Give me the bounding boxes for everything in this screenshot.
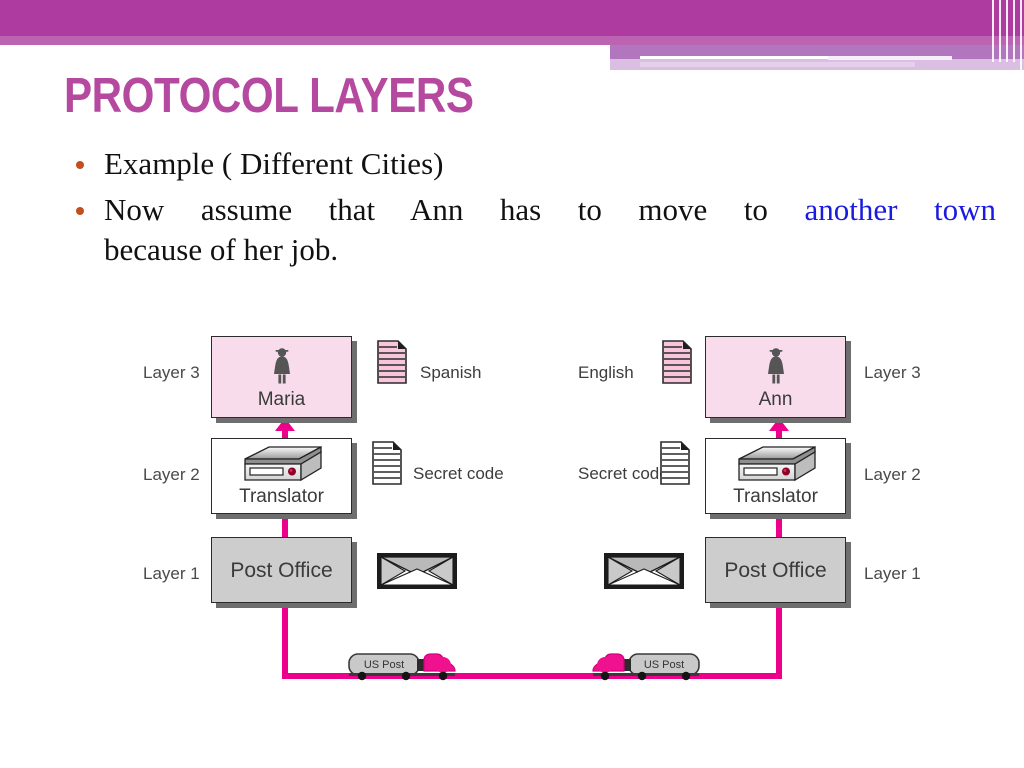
bullet-dot-icon <box>76 161 84 169</box>
slide-header-decoration <box>0 0 1024 70</box>
header-tick-2 <box>999 0 1001 62</box>
left-layer2-node-translator[interactable]: Translator <box>211 438 352 514</box>
envelope-icon <box>375 551 459 591</box>
left-layer1-node-post-office[interactable]: Post Office <box>211 537 352 603</box>
left-layer2-node-label: Translator <box>239 486 324 507</box>
svg-text:US Post: US Post <box>364 659 404 671</box>
right-layer3-artifact-label: English <box>578 363 634 382</box>
envelope-icon <box>602 551 686 591</box>
right-arrow-up-icon <box>769 418 789 431</box>
right-layer1-label: Layer 1 <box>864 564 921 583</box>
header-tick-4 <box>1013 0 1015 62</box>
left-layer3-label: Layer 3 <box>143 363 200 382</box>
right-layer1-node-post-office[interactable]: Post Office <box>705 537 846 603</box>
right-layer3-label: Layer 3 <box>864 363 921 382</box>
bullet-text-2-part-a: Now assume that Ann has to move to <box>104 192 768 227</box>
left-layer1-label: Layer 1 <box>143 564 200 583</box>
header-band-primary <box>0 0 1024 36</box>
white-document-icon <box>372 441 402 485</box>
page-title: PROTOCOL LAYERS <box>64 69 474 123</box>
bullet-text-1: Example ( Different Cities) <box>104 146 444 181</box>
left-layer1-node-label: Post Office <box>230 558 333 582</box>
us-post-truck-right: US Post US Post <box>590 650 700 684</box>
header-tick-5 <box>1020 0 1022 70</box>
right-layer2-node-translator[interactable]: Translator <box>705 438 846 514</box>
pink-document-icon <box>377 340 407 384</box>
us-post-truck-left: US Post US Post <box>348 650 458 684</box>
right-layer2-artifact-label: Secret code <box>578 464 669 483</box>
left-arrow-up-icon <box>275 418 295 431</box>
right-layer3-node-ann[interactable]: Ann <box>705 336 846 418</box>
pink-document-icon <box>662 340 692 384</box>
header-stripe-white-short <box>828 56 952 60</box>
header-band-white-left <box>0 45 610 59</box>
transport-path-left-down <box>282 601 288 679</box>
left-layer3-artifact-label: Spanish <box>420 363 482 382</box>
right-layer3-node-label: Ann <box>758 389 793 410</box>
right-layer2-node-label: Translator <box>733 486 818 507</box>
left-layer2-label: Layer 2 <box>143 465 200 484</box>
female-person-icon <box>763 347 789 387</box>
left-layer2-artifact-label: Secret code <box>413 464 504 483</box>
header-tick-3 <box>1006 0 1008 62</box>
translator-device-icon <box>239 445 325 486</box>
svg-text:US Post: US Post <box>644 659 684 671</box>
translator-device-icon <box>733 445 819 486</box>
list-item: Now assume that Ann has to move to anoth… <box>66 190 996 270</box>
left-layer3-node-label: Maria <box>257 389 306 410</box>
bullet-text-2-highlight: another town <box>804 192 996 227</box>
left-link-layer1-to-layer2 <box>282 513 288 537</box>
bullet-list: Example ( Different Cities) Now assume t… <box>66 144 996 270</box>
right-layer1-node-label: Post Office <box>724 558 827 582</box>
bullet-dot-icon <box>76 207 84 215</box>
protocol-layers-diagram: Layer 3 Layer 2 Layer 1 Maria Spanish Tr… <box>0 318 1024 718</box>
transport-path-right-down <box>776 601 782 679</box>
header-band-secondary <box>0 36 1024 45</box>
right-link-layer1-to-layer2 <box>776 513 782 537</box>
female-person-icon <box>269 347 295 387</box>
list-item: Example ( Different Cities) <box>66 144 996 184</box>
header-stripe-pale <box>640 62 915 67</box>
header-tick-1 <box>992 0 994 62</box>
left-layer3-node-maria[interactable]: Maria <box>211 336 352 418</box>
bullet-text-2: Now assume that Ann has to move to anoth… <box>104 190 996 270</box>
right-layer2-label: Layer 2 <box>864 465 921 484</box>
bullet-text-2-line-2: because of her job. <box>104 232 339 267</box>
white-document-icon <box>660 441 690 485</box>
